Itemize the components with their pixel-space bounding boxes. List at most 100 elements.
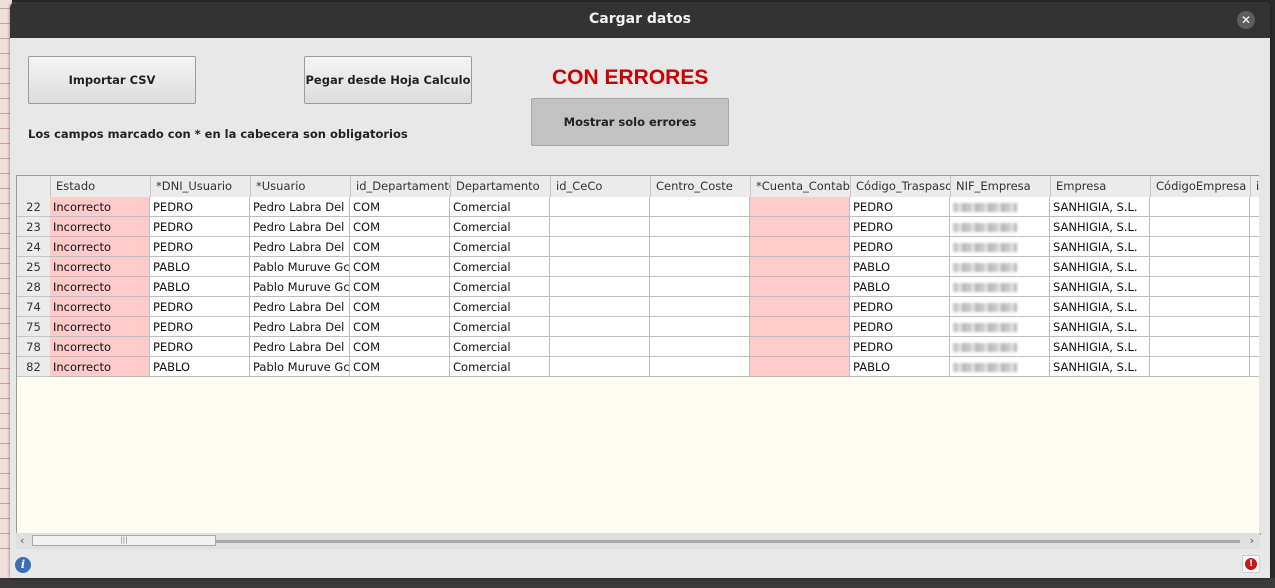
- table-cell[interactable]: [550, 277, 650, 297]
- column-header[interactable]: Código_Traspaso: [850, 176, 950, 197]
- table-cell[interactable]: [1150, 337, 1250, 357]
- scroll-right-icon[interactable]: ›: [1250, 534, 1254, 547]
- column-header[interactable]: id_CeCo: [550, 176, 650, 197]
- table-cell[interactable]: Pedro Labra Del: [250, 317, 350, 337]
- table-cell[interactable]: PEDRO: [150, 317, 250, 337]
- table-cell[interactable]: [750, 317, 850, 337]
- table-cell[interactable]: [1150, 277, 1250, 297]
- table-cell[interactable]: Comercial: [450, 197, 550, 217]
- table-cell[interactable]: PEDRO: [150, 197, 250, 217]
- table-cell[interactable]: PABLO: [150, 357, 250, 377]
- table-cell[interactable]: Pablo Muruve Gc: [250, 257, 350, 277]
- table-cell[interactable]: [750, 217, 850, 237]
- row-number[interactable]: 23: [17, 217, 50, 237]
- table-cell[interactable]: Pablo Muruve Gc: [250, 357, 350, 377]
- table-cell[interactable]: [750, 197, 850, 217]
- table-cell[interactable]: [950, 357, 1050, 377]
- scroll-left-icon[interactable]: ‹: [20, 534, 24, 547]
- table-cell[interactable]: [650, 217, 750, 237]
- table-cell[interactable]: PEDRO: [150, 217, 250, 237]
- table-cell[interactable]: Comercial: [450, 337, 550, 357]
- table-cell[interactable]: PEDRO: [850, 197, 950, 217]
- table-cell[interactable]: [950, 277, 1050, 297]
- table-cell[interactable]: PABLO: [850, 257, 950, 277]
- table-cell[interactable]: Incorrecto: [50, 297, 150, 317]
- paste-spreadsheet-button[interactable]: Pegar desde Hoja Calculo: [304, 56, 472, 104]
- table-cell[interactable]: COM: [350, 297, 450, 317]
- table-cell[interactable]: [750, 337, 850, 357]
- table-cell[interactable]: [550, 297, 650, 317]
- table-cell[interactable]: Comercial: [450, 357, 550, 377]
- row-number[interactable]: 24: [17, 237, 50, 257]
- table-cell[interactable]: Incorrecto: [50, 217, 150, 237]
- table-cell[interactable]: [1150, 257, 1250, 277]
- import-csv-button[interactable]: Importar CSV: [28, 56, 196, 104]
- table-cell[interactable]: PEDRO: [150, 237, 250, 257]
- table-cell[interactable]: [550, 197, 650, 217]
- row-number[interactable]: 82: [17, 357, 50, 377]
- table-cell[interactable]: SANHIGIA, S.L.: [1050, 317, 1150, 337]
- row-number[interactable]: 25: [17, 257, 50, 277]
- table-cell[interactable]: [950, 237, 1050, 257]
- table-cell[interactable]: [650, 277, 750, 297]
- table-cell[interactable]: SANHIGIA, S.L.: [1050, 357, 1150, 377]
- table-cell[interactable]: PEDRO: [850, 337, 950, 357]
- table-cell[interactable]: [650, 257, 750, 277]
- table-cell[interactable]: [950, 217, 1050, 237]
- table-cell[interactable]: SANHIGIA, S.L.: [1050, 337, 1150, 357]
- table-cell[interactable]: PABLO: [150, 277, 250, 297]
- table-cell[interactable]: [950, 257, 1050, 277]
- table-cell[interactable]: Incorrecto: [50, 197, 150, 217]
- table-cell[interactable]: [1150, 357, 1250, 377]
- table-cell[interactable]: Comercial: [450, 237, 550, 257]
- info-icon[interactable]: i: [15, 557, 31, 573]
- table-cell[interactable]: SANHIGIA, S.L.: [1050, 277, 1150, 297]
- row-number[interactable]: 74: [17, 297, 50, 317]
- scroll-thumb[interactable]: |||: [32, 535, 216, 546]
- table-cell[interactable]: PEDRO: [150, 337, 250, 357]
- table-cell[interactable]: COM: [350, 217, 450, 237]
- table-cell[interactable]: [1150, 197, 1250, 217]
- table-cell[interactable]: Incorrecto: [50, 357, 150, 377]
- table-cell[interactable]: PEDRO: [850, 217, 950, 237]
- table-cell[interactable]: [950, 337, 1050, 357]
- table-cell[interactable]: PABLO: [150, 257, 250, 277]
- column-header[interactable]: *Usuario: [250, 176, 350, 197]
- table-cell[interactable]: Pedro Labra Del: [250, 297, 350, 317]
- table-cell[interactable]: [1150, 317, 1250, 337]
- column-header[interactable]: Empresa: [1050, 176, 1150, 197]
- table-cell[interactable]: [550, 217, 650, 237]
- table-cell[interactable]: [750, 277, 850, 297]
- table-cell[interactable]: PABLO: [850, 357, 950, 377]
- table-cell[interactable]: [1150, 217, 1250, 237]
- table-cell[interactable]: Incorrecto: [50, 317, 150, 337]
- table-cell[interactable]: [650, 297, 750, 317]
- table-cell[interactable]: Pedro Labra Del: [250, 197, 350, 217]
- table-cell[interactable]: PEDRO: [150, 297, 250, 317]
- column-header[interactable]: NIF_Empresa: [950, 176, 1050, 197]
- table-cell[interactable]: Pablo Muruve Gc: [250, 277, 350, 297]
- table-cell[interactable]: [550, 237, 650, 257]
- table-cell[interactable]: [950, 297, 1050, 317]
- row-number[interactable]: 28: [17, 277, 50, 297]
- table-cell[interactable]: Incorrecto: [50, 337, 150, 357]
- column-header[interactable]: *DNI_Usuario: [150, 176, 250, 197]
- table-cell[interactable]: SANHIGIA, S.L.: [1050, 297, 1150, 317]
- table-cell[interactable]: [950, 197, 1050, 217]
- vertical-scrollbar[interactable]: [1259, 175, 1270, 533]
- table-cell[interactable]: Comercial: [450, 277, 550, 297]
- row-number[interactable]: 22: [17, 197, 50, 217]
- table-cell[interactable]: [750, 257, 850, 277]
- column-header[interactable]: Estado: [50, 176, 150, 197]
- table-cell[interactable]: [550, 317, 650, 337]
- table-cell[interactable]: COM: [350, 197, 450, 217]
- table-cell[interactable]: [650, 237, 750, 257]
- table-cell[interactable]: SANHIGIA, S.L.: [1050, 257, 1150, 277]
- show-errors-only-button[interactable]: Mostrar solo errores: [531, 98, 729, 146]
- column-header[interactable]: CódigoEmpresa: [1150, 176, 1250, 197]
- table-cell[interactable]: COM: [350, 357, 450, 377]
- table-cell[interactable]: SANHIGIA, S.L.: [1050, 197, 1150, 217]
- column-header[interactable]: id_Departamento: [350, 176, 450, 197]
- table-cell[interactable]: [750, 297, 850, 317]
- table-cell[interactable]: PEDRO: [850, 297, 950, 317]
